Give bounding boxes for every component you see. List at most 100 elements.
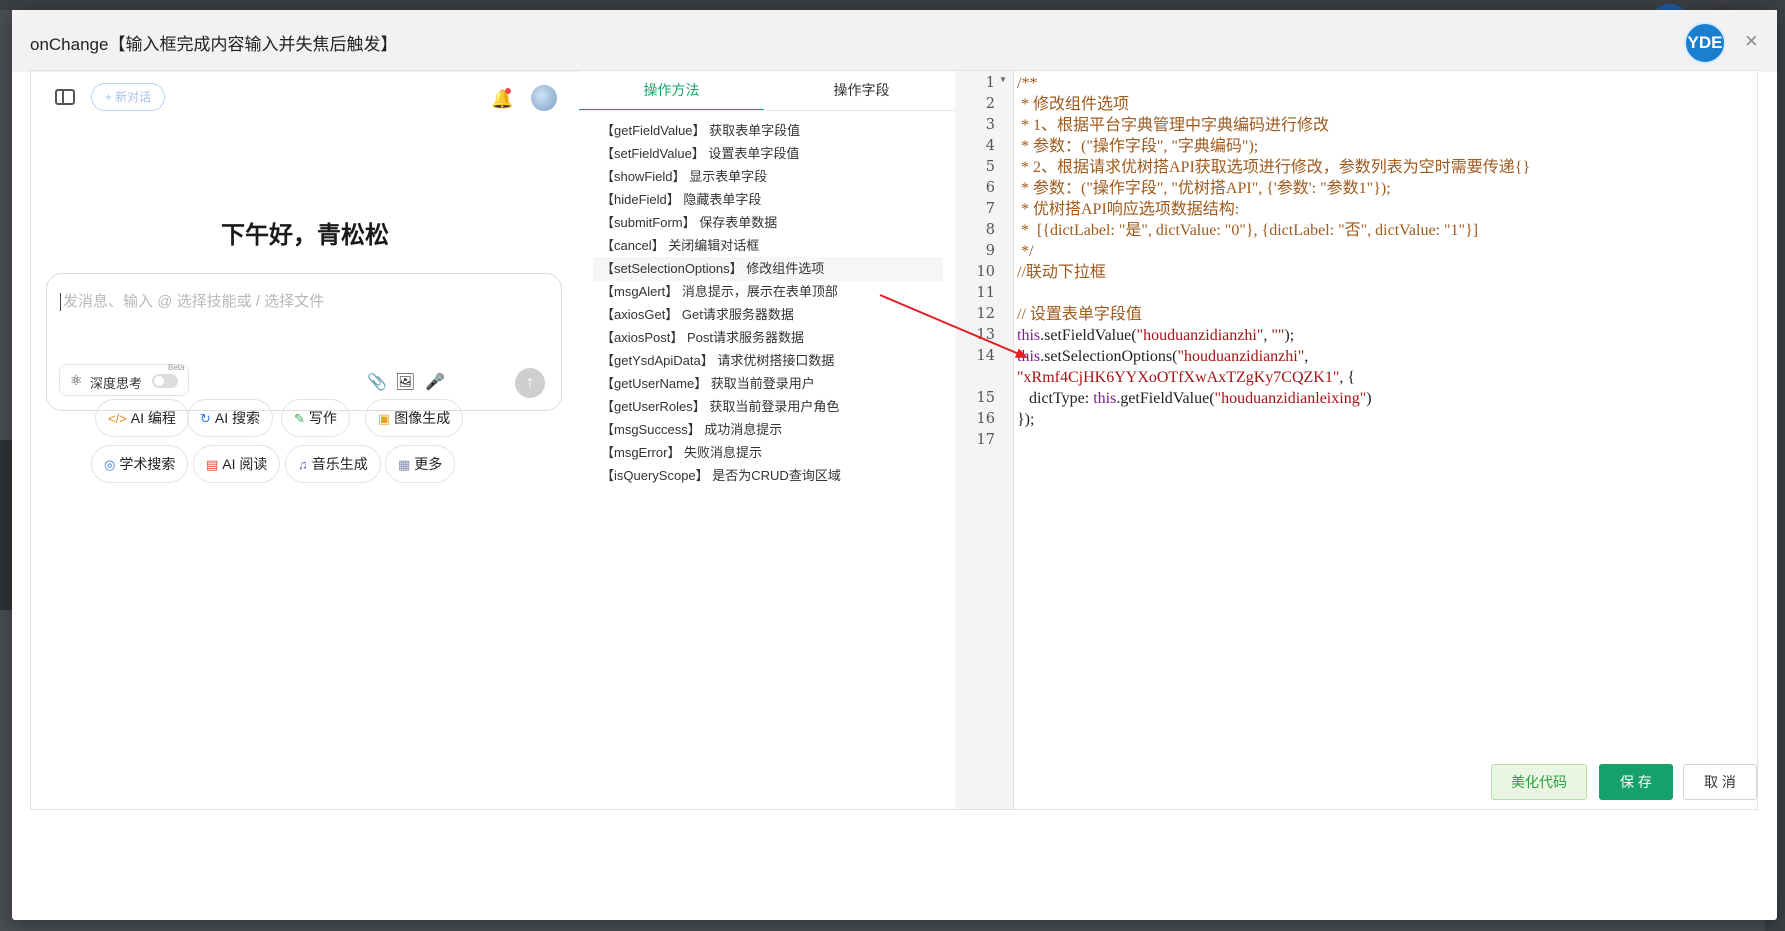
chip-label: AI 搜索 xyxy=(214,410,261,426)
line-number-gutter: 1 ▼ 2 3 4 5 6 7 8 9 10 11 12 13 14 15 16… xyxy=(955,71,1014,809)
chip-academic-search[interactable]: ◎ 学术搜索 xyxy=(91,445,189,483)
chip-writing[interactable]: ✎ 写作 xyxy=(281,399,350,437)
save-button[interactable]: 保 存 xyxy=(1599,764,1673,800)
method-item-cancel[interactable]: 【cancel】 关闭编辑对话框 xyxy=(593,234,943,258)
line-number: 14 xyxy=(976,348,995,364)
chat-composer: ⚛ 深度思考 Beta 📎 🖼 🎤 ↑ xyxy=(46,273,562,411)
code-line-7: * 优树搭API响应选项数据结构: xyxy=(1017,201,1240,218)
method-item-msgsuccess[interactable]: 【msgSuccess】 成功消息提示 xyxy=(593,418,943,442)
sidebar-toggle-icon[interactable] xyxy=(55,89,75,105)
academic-icon: ◎ xyxy=(104,457,116,472)
dialog-title: onChange【输入框完成内容输入并失焦后触发】 xyxy=(30,35,398,54)
code-line-15: dictType: this.getFieldValue("houduanzid… xyxy=(1017,390,1372,407)
chip-ai-coding[interactable]: </> AI 编程 xyxy=(95,399,189,437)
search-icon: ↻ xyxy=(200,411,211,426)
greeting-text: 下午好，青松松 xyxy=(221,222,389,249)
line-number: 10 xyxy=(976,264,995,280)
tab-divider xyxy=(579,110,955,111)
line-number: 8 xyxy=(985,222,995,238)
notification-dot xyxy=(505,88,511,94)
chip-label: AI 阅读 xyxy=(222,456,268,472)
background-top-strip xyxy=(0,0,1785,10)
deep-think-toggle[interactable]: ⚛ 深度思考 Beta xyxy=(59,363,189,396)
method-item-getuserroles[interactable]: 【getUserRoles】 获取当前登录用户角色 xyxy=(593,395,943,419)
line-number: 9 xyxy=(985,243,995,259)
code-line-9: */ xyxy=(1017,243,1034,260)
tab-operation-methods[interactable]: 操作方法 xyxy=(579,71,764,111)
line-number: 6 xyxy=(985,180,995,196)
dialog-body: + 新对话 🔔 下午好，青松松 ⚛ 深度思考 Beta 📎 🖼 🎤 ↑ xyxy=(30,70,1758,810)
code-line-6: * 参数：("操作字段", "优树搭API", {'参数': "参数1"}); xyxy=(1017,180,1391,197)
chip-ai-search[interactable]: ↻ AI 搜索 xyxy=(187,399,274,437)
book-icon: ▤ xyxy=(206,457,219,472)
chip-label: 更多 xyxy=(414,456,443,472)
image-upload-icon[interactable]: 🖼 xyxy=(395,372,415,392)
avatar[interactable] xyxy=(531,85,557,111)
method-item-msgerror[interactable]: 【msgError】 失败消息提示 xyxy=(593,441,943,465)
method-item-getysdapidata[interactable]: 【getYsdApiData】 请求优树搭接口数据 xyxy=(593,349,943,373)
image-icon: ▣ xyxy=(378,411,391,426)
tab-operation-fields[interactable]: 操作字段 xyxy=(769,71,954,109)
method-item-msgalert[interactable]: 【msgAlert】 消息提示，展示在表单顶部 xyxy=(593,280,943,304)
line-number: 12 xyxy=(976,306,995,322)
method-item-isqueryscope[interactable]: 【isQueryScope】 是否为CRUD查询区域 xyxy=(593,464,943,488)
close-icon[interactable]: × xyxy=(1745,28,1758,54)
send-button[interactable]: ↑ xyxy=(515,368,545,398)
chip-label: 写作 xyxy=(308,410,337,426)
line-number: 11 xyxy=(976,285,995,301)
line-number: 4 xyxy=(985,138,995,154)
method-item-showfield[interactable]: 【showField】 显示表单字段 xyxy=(593,165,943,189)
method-item-axiosget[interactable]: 【axiosGet】 Get请求服务器数据 xyxy=(593,303,943,327)
method-item-submitform[interactable]: 【submitForm】 保存表单数据 xyxy=(593,211,943,235)
code-line-10: //联动下拉框 xyxy=(1017,264,1106,281)
paperclip-icon[interactable]: 📎 xyxy=(367,372,387,392)
code-line-12: // 设置表单字段值 xyxy=(1017,306,1142,323)
code-line-3: * 1、根据平台字典管理中字典编码进行修改 xyxy=(1017,117,1330,134)
new-chat-button[interactable]: + 新对话 xyxy=(91,83,165,111)
chip-label: AI 编程 xyxy=(130,410,176,426)
code-line-1: /** xyxy=(1017,75,1038,92)
line-number: 15 xyxy=(976,390,995,406)
cancel-button[interactable]: 取 消 xyxy=(1683,764,1757,800)
chat-input[interactable] xyxy=(61,292,535,311)
chip-music-generation[interactable]: ♫ 音乐生成 xyxy=(285,445,381,483)
line-number: 16 xyxy=(976,411,995,427)
method-item-setselectionoptions[interactable]: 【setSelectionOptions】 修改组件选项 xyxy=(593,257,943,281)
code-line-4: * 参数：("操作字段", "字典编码"); xyxy=(1017,138,1259,155)
code-line-5: * 2、根据请求优树搭API获取选项进行修改，参数列表为空时需要传递{} xyxy=(1017,159,1531,176)
chip-label: 音乐生成 xyxy=(311,456,368,472)
code-line-2: * 修改组件选项 xyxy=(1017,96,1130,113)
line-number: 13 xyxy=(976,327,995,343)
line-number: 1 xyxy=(985,75,995,91)
method-item-setfieldvalue[interactable]: 【setFieldValue】 设置表单字段值 xyxy=(593,142,943,166)
method-item-getusername[interactable]: 【getUserName】 获取当前登录用户 xyxy=(593,372,943,396)
music-icon: ♫ xyxy=(298,457,308,472)
code-editor[interactable]: 1 ▼ 2 3 4 5 6 7 8 9 10 11 12 13 14 15 16… xyxy=(955,71,1757,809)
pen-icon: ✎ xyxy=(294,411,305,426)
background-left-edge xyxy=(0,440,12,610)
microphone-icon[interactable]: 🎤 xyxy=(425,372,445,392)
chip-more[interactable]: ▦ 更多 xyxy=(385,445,456,483)
chip-label: 图像生成 xyxy=(394,410,451,426)
chip-label: 学术搜索 xyxy=(119,456,176,472)
code-line-14-wrap: "xRmf4CjHK6YYXoOTfXwAxTZgKy7CQZK1", { xyxy=(1017,369,1356,386)
fold-arrow-icon[interactable]: ▼ xyxy=(999,75,1007,84)
line-number: 3 xyxy=(985,117,995,133)
code-line-8: * [{dictLabel: "是", dictValue: "0"}, {di… xyxy=(1017,222,1479,239)
line-number: 17 xyxy=(976,432,995,448)
grid-icon: ▦ xyxy=(398,457,411,472)
chip-ai-reading[interactable]: ▤ AI 阅读 xyxy=(193,445,281,483)
beautify-code-button[interactable]: 美化代码 xyxy=(1491,764,1587,800)
method-item-getfieldvalue[interactable]: 【getFieldValue】 获取表单字段值 xyxy=(593,119,943,143)
code-line-16: }); xyxy=(1017,411,1035,428)
line-number: 2 xyxy=(985,96,995,112)
code-line-13: this.setFieldValue("houduanzidianzhi", "… xyxy=(1017,327,1295,344)
toggle-switch[interactable] xyxy=(152,374,178,388)
chip-image-generation[interactable]: ▣ 图像生成 xyxy=(365,399,464,437)
beta-badge: Beta xyxy=(168,363,185,372)
line-number: 5 xyxy=(985,159,995,175)
method-item-axiospost[interactable]: 【axiosPost】 Post请求服务器数据 xyxy=(593,326,943,350)
dialog-titlebar: onChange【输入框完成内容输入并失焦后触发】 YDE × xyxy=(12,10,1777,72)
methods-panel: 操作方法 操作字段 【getFieldValue】 获取表单字段值 【setFi… xyxy=(579,71,956,809)
method-item-hidefield[interactable]: 【hideField】 隐藏表单字段 xyxy=(593,188,943,212)
